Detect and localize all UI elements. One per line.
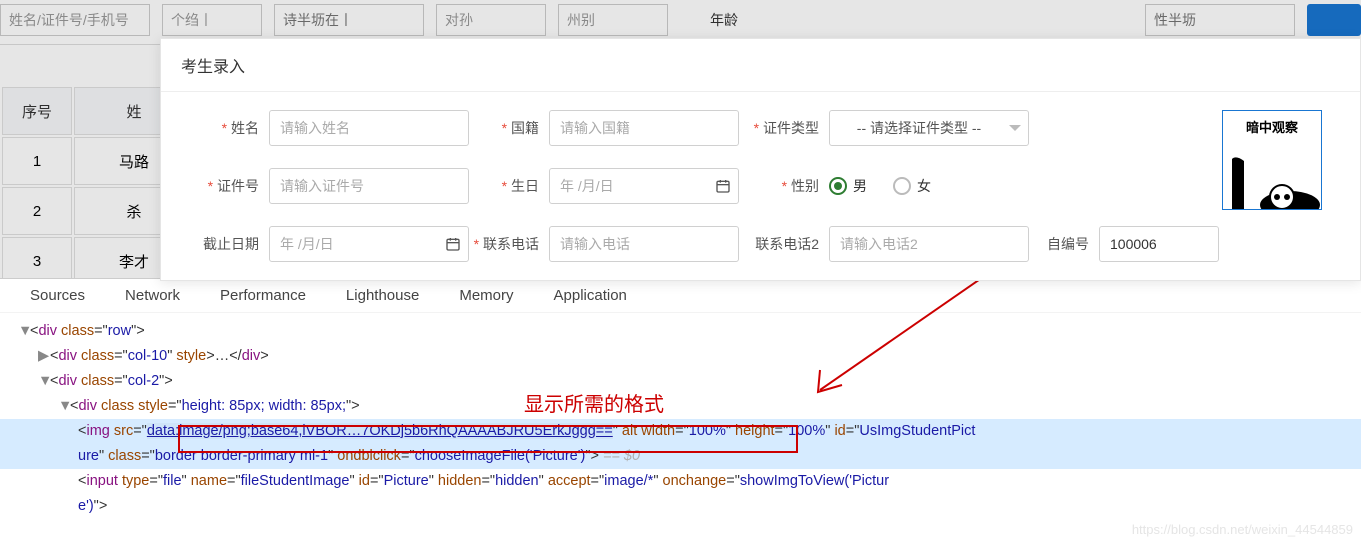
avatar-image[interactable]: 暗中观察: [1222, 110, 1322, 210]
filter-4[interactable]: [436, 4, 546, 36]
selfid-input[interactable]: [1099, 226, 1219, 262]
birth-label: 生日: [469, 176, 549, 196]
calendar-icon: [445, 236, 461, 252]
phone2-label: 联系电话2: [739, 234, 829, 254]
devtools-panel: Sources Network Performance Lighthouse M…: [0, 278, 1361, 541]
sex-male-radio[interactable]: 男: [829, 176, 867, 196]
sex-radio-group: 男 女: [829, 176, 1029, 196]
phone-label: 联系电话: [469, 234, 549, 254]
modal-title: 考生录入: [161, 39, 1360, 92]
tab-lighthouse[interactable]: Lighthouse: [346, 287, 419, 304]
tab-network[interactable]: Network: [125, 287, 180, 304]
avatar-caption: 暗中观察: [1246, 117, 1298, 136]
search-button[interactable]: [1307, 4, 1361, 36]
chevron-down-icon: [1009, 125, 1021, 131]
idno-label: 证件号: [179, 176, 269, 196]
phone2-input[interactable]: [829, 226, 1029, 262]
deadline-label: 截止日期: [179, 234, 269, 254]
filter-7[interactable]: [1145, 4, 1295, 36]
col-seq: 序号: [2, 87, 72, 135]
sex-label: 性别: [739, 176, 829, 196]
tab-performance[interactable]: Performance: [220, 287, 306, 304]
elements-tree[interactable]: ▼<div class="row"> ▶<div class="col-10" …: [0, 313, 1361, 525]
calendar-icon: [715, 178, 731, 194]
phone-input[interactable]: [549, 226, 739, 262]
avatar-column: 暗中观察: [1222, 110, 1342, 262]
nation-input[interactable]: [549, 110, 739, 146]
avatar-graphic-icon: [1224, 153, 1320, 209]
age-label: 年龄: [710, 10, 738, 30]
search-input[interactable]: [0, 4, 150, 36]
watermark: https://blog.csdn.net/weixin_44544859: [1132, 522, 1353, 537]
tab-application[interactable]: Application: [554, 287, 627, 304]
birth-input[interactable]: [549, 168, 739, 204]
idtype-label: 证件类型: [739, 118, 829, 138]
sex-female-radio[interactable]: 女: [893, 176, 931, 196]
nation-label: 国籍: [469, 118, 549, 138]
selfid-label: 自编号: [1029, 234, 1099, 254]
name-input[interactable]: [269, 110, 469, 146]
filter-2[interactable]: [162, 4, 262, 36]
annotation-text: 显示所需的格式: [524, 388, 664, 417]
annotation-box: [178, 425, 798, 453]
devtools-tabs: Sources Network Performance Lighthouse M…: [0, 279, 1361, 313]
radio-icon: [893, 177, 911, 195]
tab-sources[interactable]: Sources: [30, 287, 85, 304]
filter-5[interactable]: [558, 4, 668, 36]
idno-input[interactable]: [269, 168, 469, 204]
radio-icon: [829, 177, 847, 195]
tab-memory[interactable]: Memory: [459, 287, 513, 304]
filter-3[interactable]: [274, 4, 424, 36]
student-entry-modal: 考生录入 姓名 国籍 证件类型 -- 请选择证件类型 -- 证件号 生日 性别 …: [160, 38, 1361, 281]
idtype-select[interactable]: -- 请选择证件类型 --: [829, 110, 1029, 146]
form-grid: 姓名 国籍 证件类型 -- 请选择证件类型 -- 证件号 生日 性别 男 女: [179, 110, 1202, 262]
deadline-input[interactable]: [269, 226, 469, 262]
name-label: 姓名: [179, 118, 269, 138]
